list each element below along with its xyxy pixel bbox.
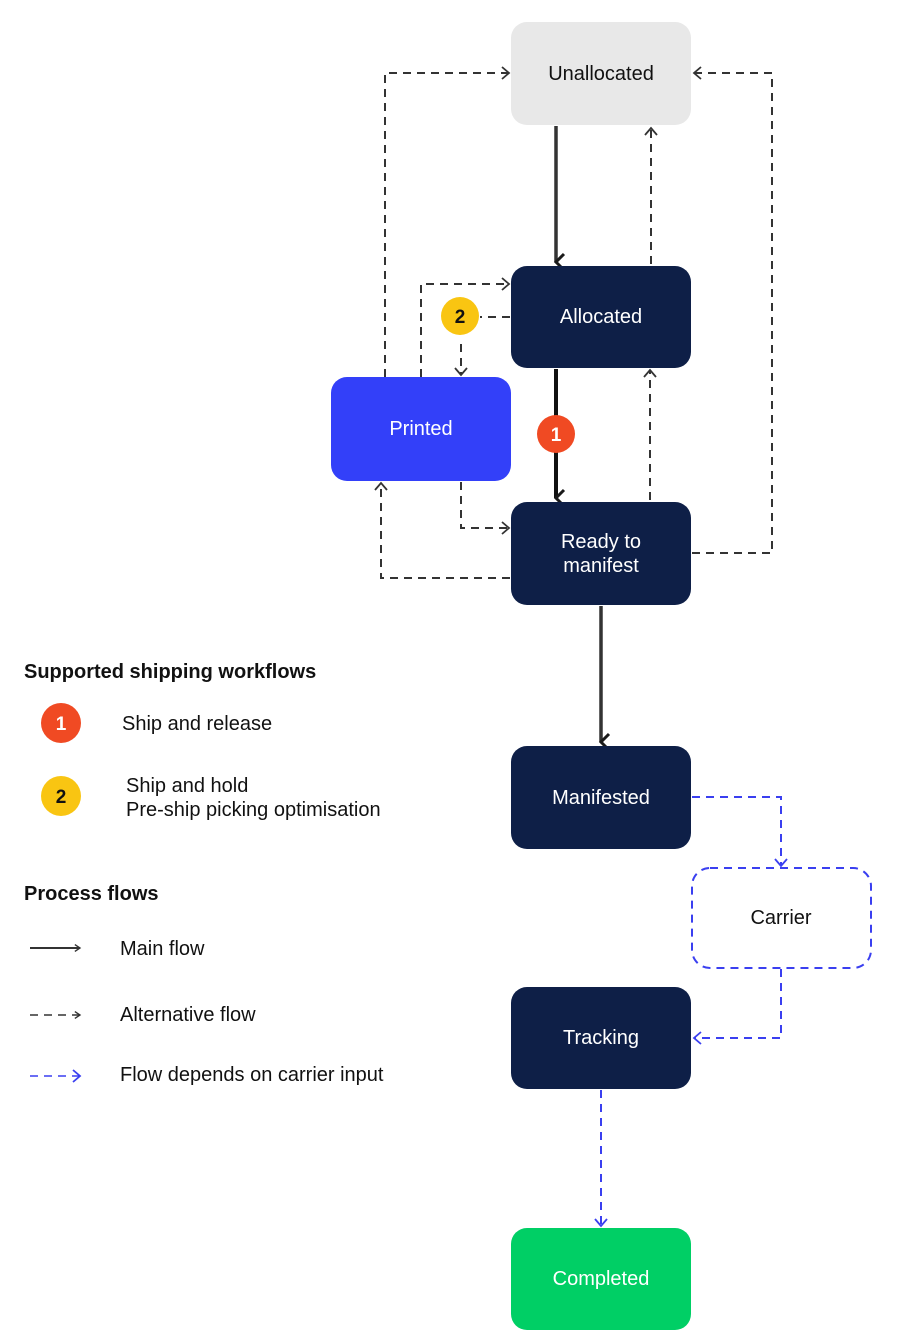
svg-text:2: 2 [56,787,67,808]
edge-ready-printed [374,481,510,579]
badge-2: 2 [441,297,479,335]
edge-printed-unallocated [384,66,511,377]
node-completed: Completed [511,1228,691,1330]
workflow-diagram: Unallocated Allocated Printed Ready to m… [24,22,872,1330]
node-allocated: Allocated [511,266,691,368]
legend-carrier-flow: Flow depends on carrier input [120,1064,384,1086]
edge-carrier-tracking [692,969,782,1045]
legend-flows-title: Process flows [24,883,159,905]
node-label: Allocated [560,306,642,328]
legend-workflow-1: Ship and release [122,713,272,735]
node-label: Tracking [563,1027,639,1049]
legend-workflow-2-line1: Ship and hold [126,775,248,797]
node-label-line2: manifest [563,555,639,577]
edge-manifested-carrier [692,796,788,868]
svg-text:1: 1 [551,425,562,446]
legend: Supported shipping workflows 1 Ship and … [24,661,384,1086]
badge-1: 1 [537,415,575,453]
node-label: Printed [389,418,452,440]
edge-printed-ready [460,482,511,535]
node-ready-to-manifest: Ready to manifest [511,502,691,605]
svg-text:2: 2 [455,307,466,328]
node-label: Unallocated [548,63,654,85]
legend-main-flow: Main flow [120,938,205,960]
node-printed: Printed [331,377,511,481]
node-manifested: Manifested [511,746,691,849]
node-unallocated: Unallocated [511,22,691,125]
legend-alternative-flow: Alternative flow [120,1004,256,1026]
legend-workflows-title: Supported shipping workflows [24,661,316,683]
edge-ready-unallocated [692,66,773,554]
node-carrier: Carrier [691,867,872,969]
node-label: Completed [553,1268,650,1290]
svg-text:1: 1 [56,714,67,735]
node-label: Manifested [552,787,650,809]
legend-workflow-2-line2: Pre-ship picking optimisation [126,799,381,821]
node-label-line1: Ready to [561,531,641,553]
node-tracking: Tracking [511,987,691,1089]
node-label: Carrier [750,907,811,929]
